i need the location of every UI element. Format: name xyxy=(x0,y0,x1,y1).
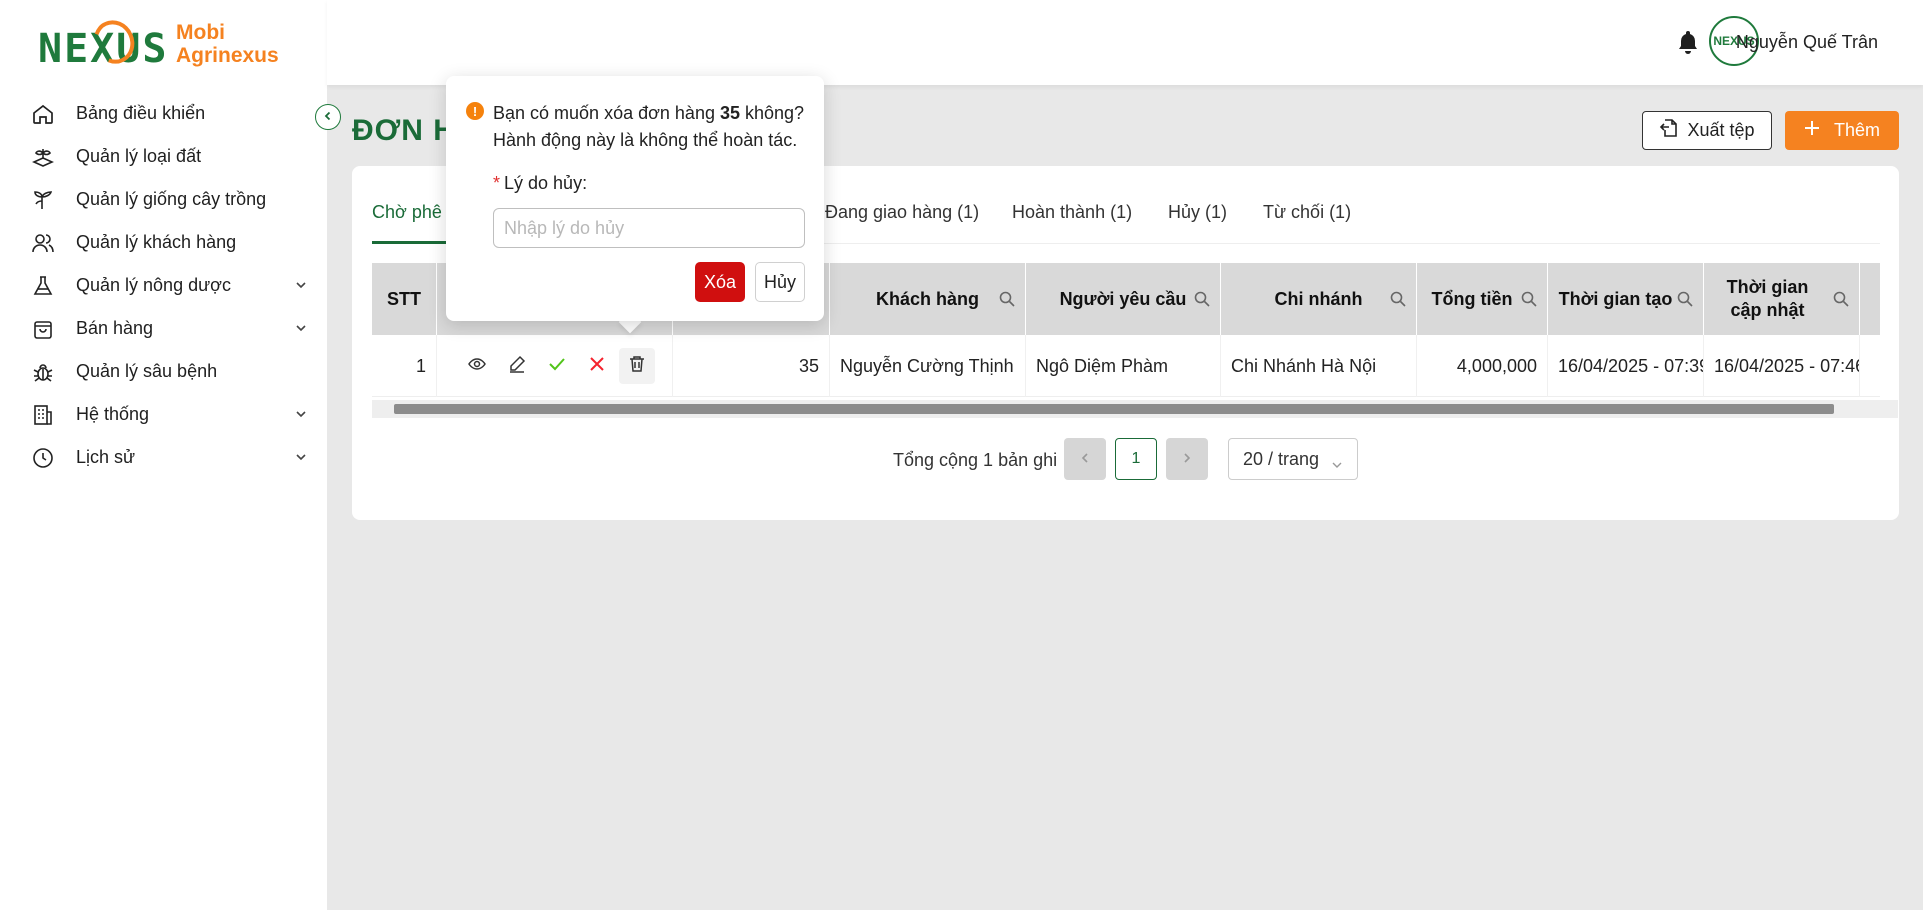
search-icon[interactable] xyxy=(1194,290,1210,313)
total-records: Tổng cộng 1 bản ghi xyxy=(893,450,1058,470)
plant-icon xyxy=(30,187,56,213)
export-file-icon xyxy=(1659,118,1679,143)
next-page-button[interactable] xyxy=(1166,438,1208,480)
add-button[interactable]: Thêm xyxy=(1785,111,1899,150)
sidebar-item-system[interactable]: Hệ thống xyxy=(30,393,314,436)
sidebar-item-plant-variety[interactable]: Quản lý giống cây trồng xyxy=(30,178,314,221)
cell-actions xyxy=(437,335,673,397)
confirm-message: Bạn có muốn xóa đơn hàng 35 không? Hành … xyxy=(493,103,805,150)
column-header-created: Thời gian tạo xyxy=(1548,263,1704,335)
reason-label: * Lý do hủy: xyxy=(493,173,588,193)
cell-created: 16/04/2025 - 07:39 xyxy=(1548,335,1704,397)
building-icon xyxy=(30,402,56,428)
column-header-total: Tổng tiền xyxy=(1417,263,1548,335)
home-icon xyxy=(30,101,56,127)
confirm-delete-button[interactable]: Xóa xyxy=(695,262,745,302)
search-icon[interactable] xyxy=(1390,290,1406,313)
check-icon xyxy=(548,355,566,378)
cell-updated: 16/04/2025 - 07:46 xyxy=(1704,335,1860,397)
column-header-customer: Khách hàng xyxy=(830,263,1026,335)
tab-delivering[interactable]: Đang giao hàng (1) xyxy=(825,202,979,223)
chevron-left-icon xyxy=(1079,449,1091,469)
pencil-icon xyxy=(508,355,526,378)
cell-customer: Nguyễn Cường Thịnh xyxy=(830,335,1026,397)
chevron-right-icon xyxy=(1181,449,1193,469)
page-title: ĐƠN H xyxy=(352,114,456,147)
scrollbar-thumb[interactable] xyxy=(394,404,1834,414)
eye-icon xyxy=(467,355,486,378)
cell-branch: Chi Nhánh Hà Nội xyxy=(1221,335,1417,397)
edit-button[interactable] xyxy=(499,348,535,384)
chevron-left-icon xyxy=(322,107,334,127)
column-header-branch: Chi nhánh xyxy=(1221,263,1417,335)
chevron-down-icon xyxy=(1331,455,1343,476)
cell-order-id: 35 xyxy=(673,335,830,397)
search-icon[interactable] xyxy=(1521,290,1537,313)
app-logo[interactable]: NEXUS Mobi Agrinexus xyxy=(36,13,296,74)
chevron-down-icon xyxy=(294,277,308,297)
cell-stt: 1 xyxy=(372,335,437,397)
cancel-button[interactable]: Hủy xyxy=(755,262,805,302)
active-tab-indicator xyxy=(372,241,452,244)
chevron-down-icon xyxy=(294,449,308,469)
reject-button[interactable] xyxy=(579,348,615,384)
logo-brand-text: Mobi Agrinexus xyxy=(176,21,279,67)
sidebar-item-history[interactable]: Lịch sử xyxy=(30,436,314,479)
sidebar-item-sales[interactable]: Bán hàng xyxy=(30,307,314,350)
approve-button[interactable] xyxy=(539,348,575,384)
page-size-select[interactable]: 20 / trang xyxy=(1228,438,1358,480)
tab-rejected[interactable]: Từ chối (1) xyxy=(1263,202,1351,223)
column-header-stt: STT xyxy=(372,263,437,335)
bell-icon[interactable] xyxy=(1676,29,1700,60)
shopping-bag-icon xyxy=(30,316,56,342)
tab-cancelled[interactable]: Hủy (1) xyxy=(1168,202,1227,223)
clock-icon xyxy=(30,445,56,471)
export-button[interactable]: Xuất tệp xyxy=(1642,111,1772,150)
top-header: NEXUS Nguyễn Quế Trân xyxy=(327,0,1923,85)
chevron-down-icon xyxy=(294,406,308,426)
sidebar-collapse-button[interactable] xyxy=(315,104,341,130)
sidebar-item-soil[interactable]: Quản lý loại đất xyxy=(30,135,314,178)
cell-requester: Ngô Diệm Phàm xyxy=(1026,335,1221,397)
close-icon xyxy=(588,355,606,378)
tab-completed[interactable]: Hoàn thành (1) xyxy=(1012,202,1132,223)
prev-page-button[interactable] xyxy=(1064,438,1106,480)
sidebar: NEXUS Mobi Agrinexus Bảng điều khiển Quả… xyxy=(0,0,327,910)
table-row: 1 35 Nguyễn Cường Thịnh Ngô Diệm Phàm Ch… xyxy=(372,335,1880,397)
soil-icon xyxy=(30,144,56,170)
view-button[interactable] xyxy=(459,348,495,384)
search-icon[interactable] xyxy=(1677,290,1693,313)
trash-icon xyxy=(628,355,646,378)
column-header-requester: Người yêu cầu xyxy=(1026,263,1221,335)
bug-icon xyxy=(30,359,56,385)
chevron-down-icon xyxy=(294,320,308,340)
delete-confirm-popover: ! Bạn có muốn xóa đơn hàng 35 không? Hàn… xyxy=(446,76,824,321)
search-icon[interactable] xyxy=(1833,290,1849,313)
cancel-reason-input[interactable] xyxy=(493,208,805,248)
sidebar-nav: Bảng điều khiển Quản lý loại đất Quản lý… xyxy=(30,92,314,479)
sidebar-item-dashboard[interactable]: Bảng điều khiển xyxy=(30,92,314,135)
plus-icon xyxy=(1804,120,1820,141)
warning-icon: ! xyxy=(466,102,484,120)
cell-total: 4,000,000 xyxy=(1417,335,1548,397)
tab-pending-approval[interactable]: Chờ phê d xyxy=(372,202,457,223)
nexus-logo-mark: NEXUS xyxy=(36,13,166,74)
flask-icon xyxy=(30,273,56,299)
sidebar-item-pests[interactable]: Quản lý sâu bệnh xyxy=(30,350,314,393)
users-icon xyxy=(30,230,56,256)
horizontal-scrollbar[interactable] xyxy=(372,400,1898,418)
required-asterisk: * xyxy=(493,173,501,193)
sidebar-item-customers[interactable]: Quản lý khách hàng xyxy=(30,221,314,264)
sidebar-item-pesticides[interactable]: Quản lý nông dược xyxy=(30,264,314,307)
delete-button[interactable] xyxy=(618,348,655,384)
page-number-button[interactable]: 1 xyxy=(1115,438,1157,480)
column-header-updated: Thời gian cập nhật xyxy=(1704,263,1860,335)
user-name[interactable]: Nguyễn Quế Trân xyxy=(1736,32,1878,53)
search-icon[interactable] xyxy=(999,290,1015,313)
